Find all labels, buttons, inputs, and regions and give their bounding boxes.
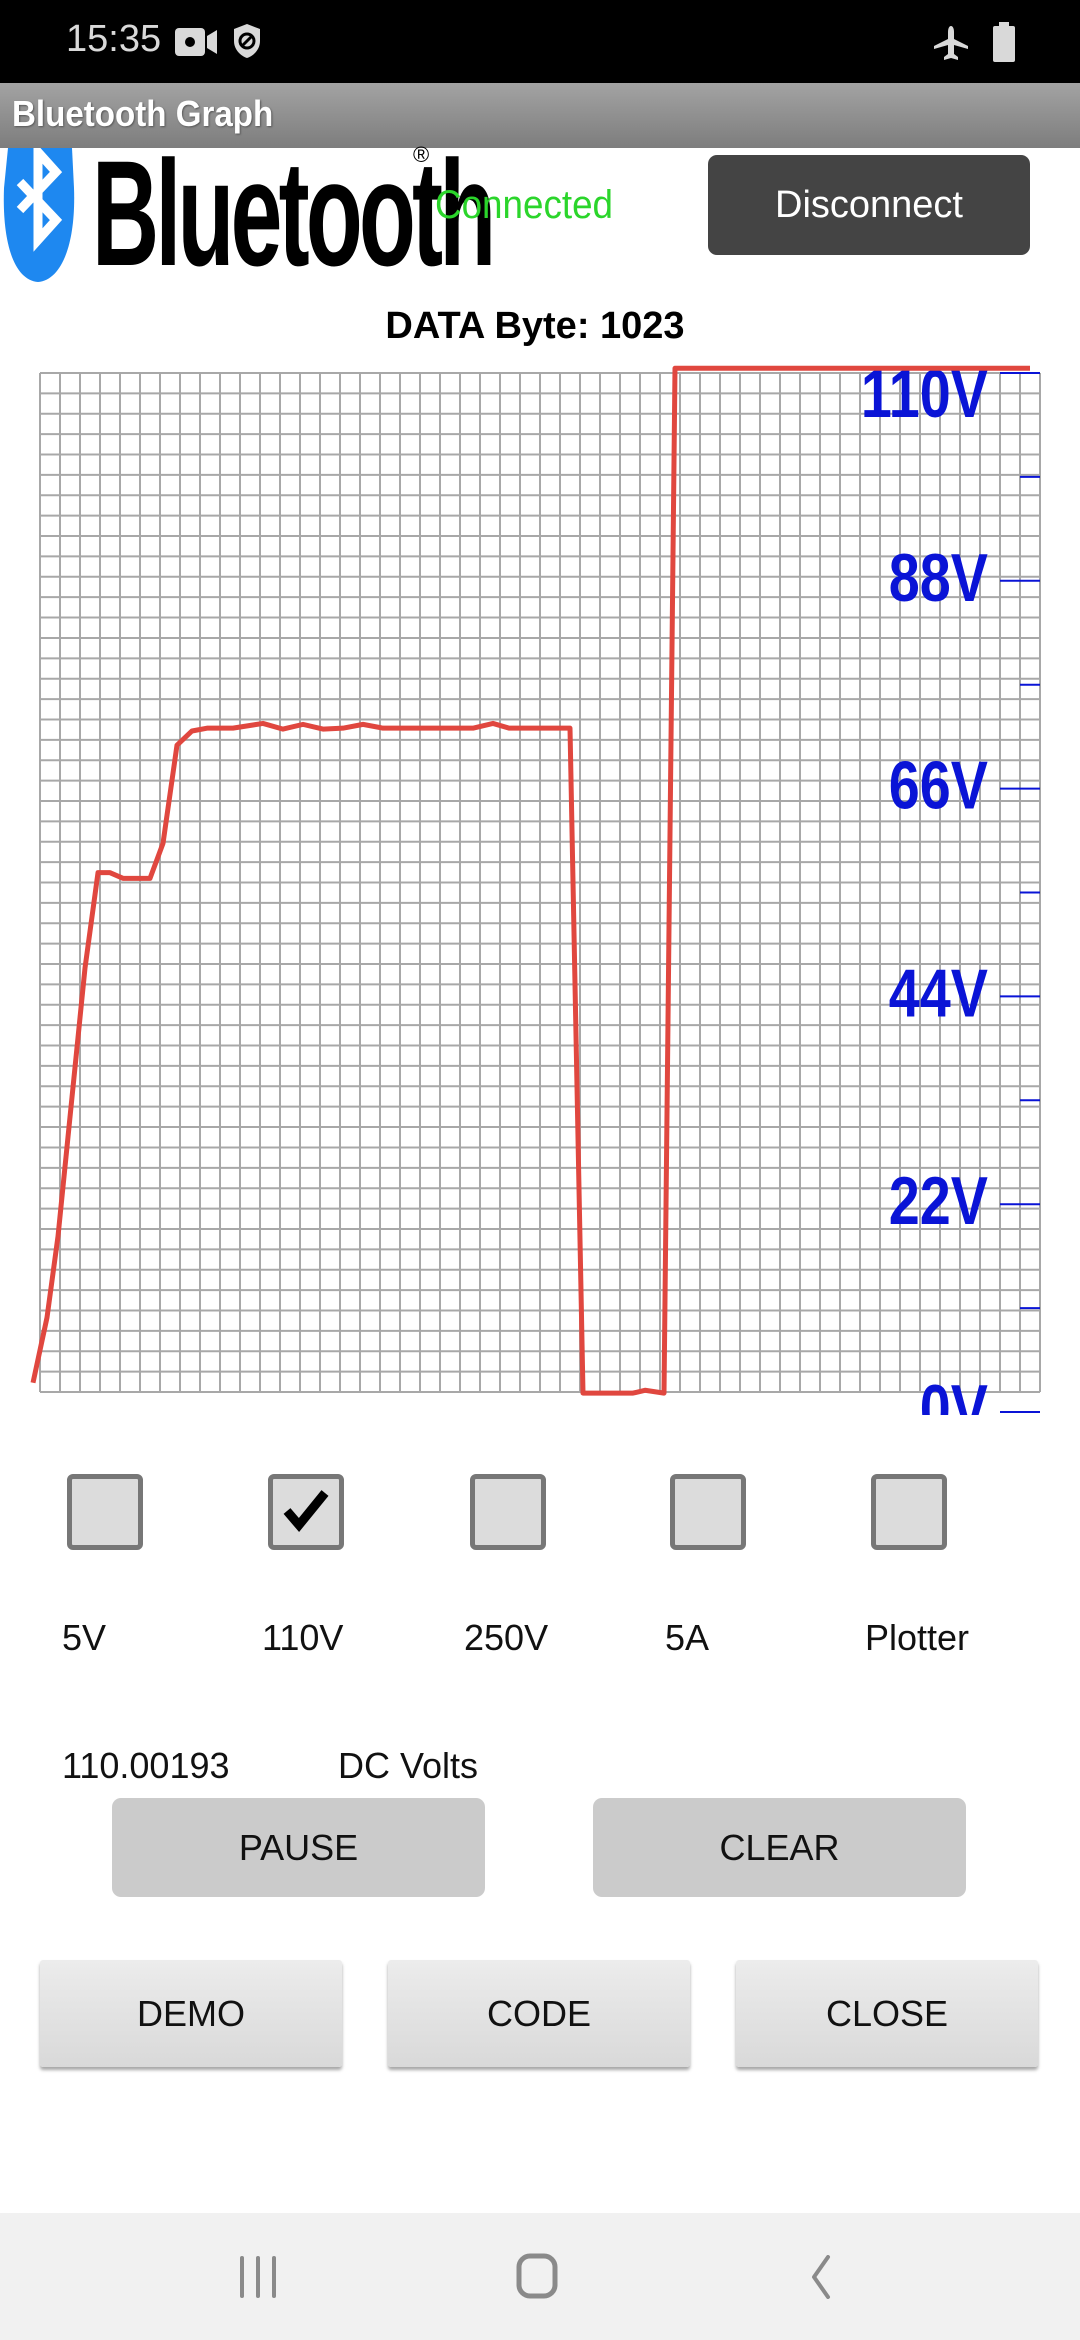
- registered-mark: ®: [413, 142, 430, 167]
- y-tick-label: 0V: [920, 1372, 989, 1415]
- airplane-mode-icon: [934, 26, 968, 60]
- y-tick-label: 88V: [889, 541, 989, 616]
- close-button[interactable]: CLOSE: [736, 1960, 1038, 2067]
- label-250v: 250V: [464, 1617, 549, 1658]
- label-plotter: Plotter: [865, 1617, 970, 1658]
- checkbox-250v[interactable]: [470, 1474, 546, 1550]
- reading-value: 110.00193: [62, 1745, 230, 1786]
- clear-button[interactable]: CLEAR: [593, 1798, 966, 1897]
- video-camera-icon: [175, 28, 217, 56]
- label-110v: 110V: [262, 1617, 344, 1658]
- shield-icon: [234, 24, 260, 58]
- bluetooth-logo-icon: [3, 148, 75, 282]
- reading-unit: DC Volts: [338, 1745, 479, 1786]
- checkbox-5a[interactable]: [670, 1474, 746, 1550]
- status-bar: 15:35: [0, 0, 1080, 83]
- navigation-bar: [0, 2213, 1080, 2340]
- checkbox-plotter[interactable]: [871, 1474, 947, 1550]
- battery-icon: [993, 22, 1015, 62]
- disconnect-button[interactable]: Disconnect: [708, 155, 1030, 255]
- y-tick-label: 22V: [889, 1164, 989, 1239]
- connection-status: Connected: [435, 183, 614, 227]
- label-5v: 5V: [62, 1617, 107, 1658]
- checkbox-5v[interactable]: [67, 1474, 143, 1550]
- y-tick-label: 66V: [889, 748, 989, 823]
- status-time: 15:35: [66, 18, 162, 60]
- back-icon[interactable]: [804, 2255, 834, 2299]
- code-button[interactable]: CODE: [388, 1960, 690, 2067]
- y-tick-label: 44V: [889, 956, 989, 1031]
- recent-apps-icon[interactable]: [236, 2255, 280, 2299]
- checkmark-icon: [281, 1485, 331, 1540]
- home-icon[interactable]: [516, 2253, 560, 2301]
- demo-button[interactable]: DEMO: [40, 1960, 342, 2067]
- data-byte-label: DATA Byte: 1023: [385, 305, 685, 347]
- label-5a: 5A: [665, 1617, 710, 1658]
- bluetooth-logo-text: Bluetooth: [92, 129, 496, 297]
- checkbox-110v[interactable]: [268, 1474, 344, 1550]
- pause-button[interactable]: PAUSE: [112, 1798, 485, 1897]
- voltage-graph: 0V22V44V66V88V110V: [30, 357, 1041, 1415]
